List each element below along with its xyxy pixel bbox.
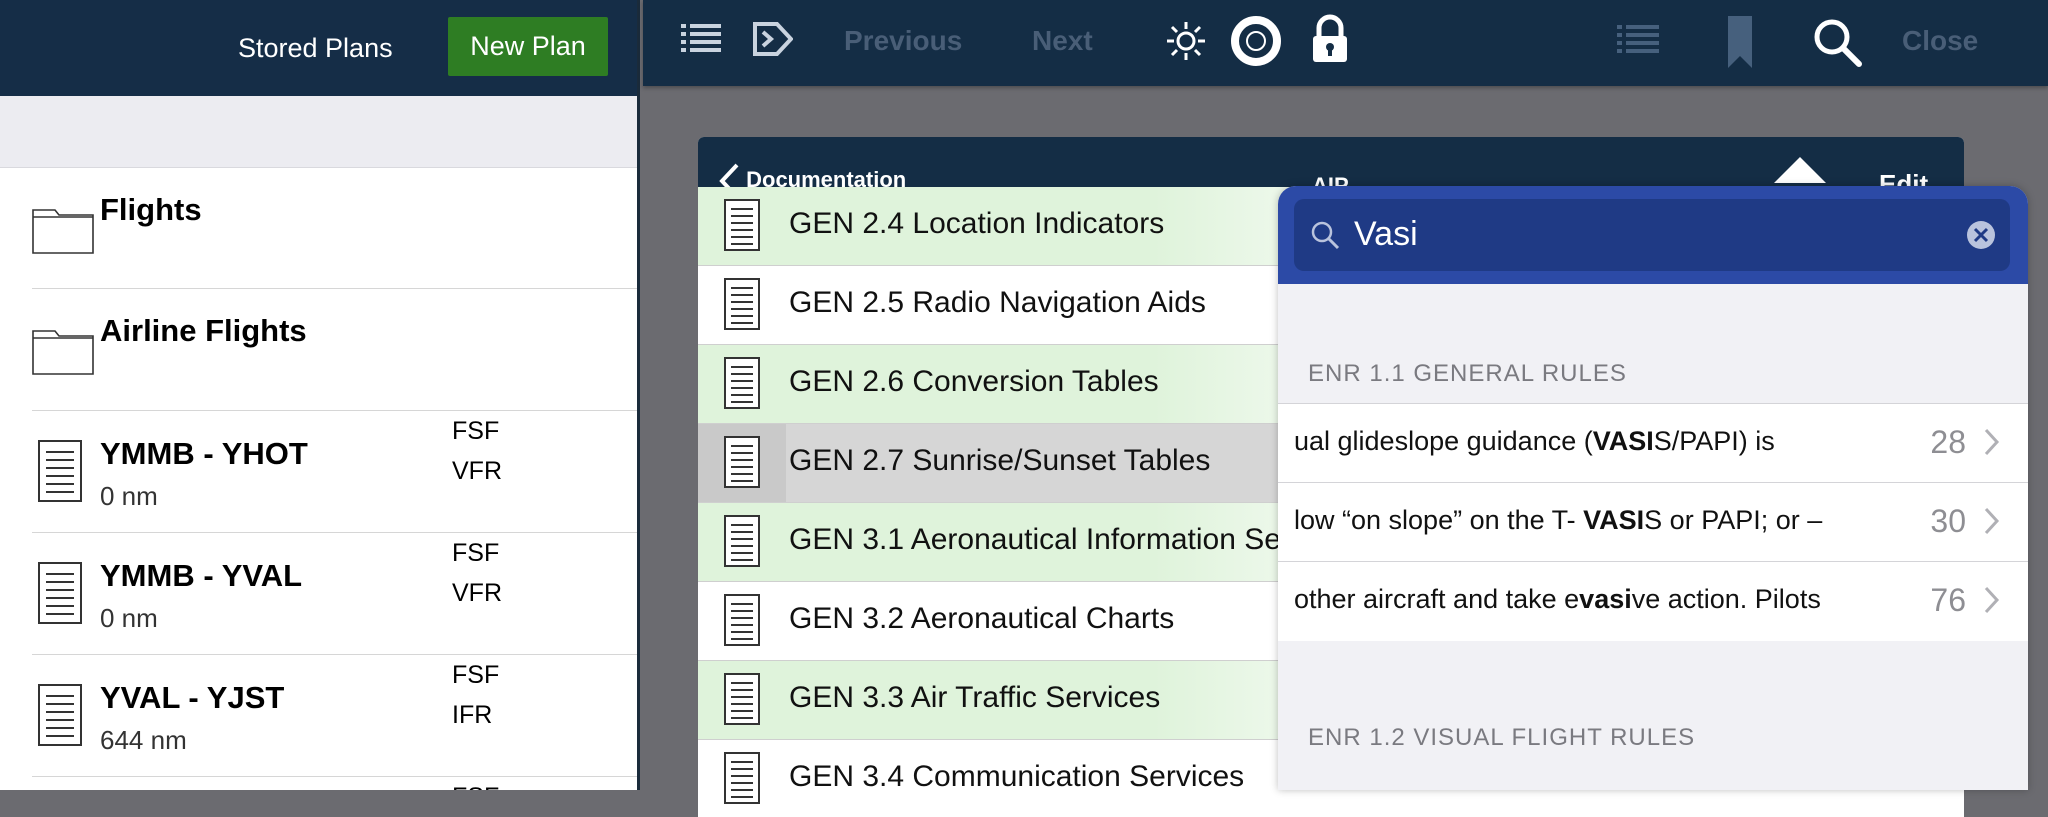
search-value: Vasi <box>1354 215 1418 253</box>
plan-meta-rules: VFR <box>452 457 502 485</box>
folder-row-airline-flights[interactable]: Airline Flights <box>32 289 637 411</box>
plan-title: YMMB - YHOT <box>100 436 308 471</box>
snippet-after: S or PAPI; or – <box>1644 505 1823 535</box>
document-icon <box>724 278 760 330</box>
snippet-match: vasi <box>1579 584 1632 614</box>
document-icon <box>38 562 82 624</box>
folder-icon <box>32 209 94 254</box>
plan-distance: 0 nm <box>100 603 158 633</box>
document-title: GEN 3.1 Aeronautical Information Service… <box>789 523 1360 556</box>
plan-meta-rules: VFR <box>452 579 502 607</box>
document-icon <box>724 594 760 646</box>
brightness-icon[interactable] <box>1165 20 1207 62</box>
document-title: GEN 3.2 Aeronautical Charts <box>789 602 1175 635</box>
plan-row[interactable]: YMMB - YVAL 0 nm FSF VFR <box>32 533 637 655</box>
snippet-before: other aircraft and take e <box>1294 584 1580 614</box>
chevron-right-icon <box>1984 428 2000 456</box>
folder-icon <box>32 330 94 375</box>
lock-icon[interactable] <box>1310 14 1350 64</box>
document-icon <box>38 684 82 746</box>
snippet-match: VASI <box>1592 426 1654 456</box>
folder-title: Flights <box>100 192 202 227</box>
folder-title: Airline Flights <box>100 313 307 348</box>
document-icon <box>724 436 760 488</box>
next-button[interactable]: Next <box>1032 25 1093 57</box>
document-icon <box>724 357 760 409</box>
plan-meta-rules: IFR <box>452 701 493 729</box>
search-input[interactable]: Vasi <box>1294 199 2010 271</box>
close-button[interactable]: Close <box>1902 25 1978 57</box>
document-icon <box>38 440 82 502</box>
snippet-before: low “on slope” on the T- <box>1294 505 1584 535</box>
chevron-right-icon <box>1984 586 2000 614</box>
list-icon[interactable] <box>681 22 721 56</box>
result-page-number: 76 <box>1930 582 1966 618</box>
section-header-enr-1-2: ENR 1.2 VISUAL FLIGHT RULES <box>1308 724 1696 751</box>
plan-row[interactable]: YVAL - YJST 644 nm FSF IFR <box>32 655 637 777</box>
plan-title: YMMB - YVAL <box>100 558 303 593</box>
result-snippet: low “on slope” on the T- VASIS or PAPI; … <box>1294 505 1822 536</box>
snippet-before: ual glideslope guidance ( <box>1294 426 1593 456</box>
document-title: GEN 3.3 Air Traffic Services <box>789 681 1161 714</box>
plan-meta-type: FSF <box>452 417 500 445</box>
search-bar: Vasi <box>1278 186 2028 284</box>
previous-button[interactable]: Previous <box>844 25 962 57</box>
snippet-after: ve action. Pilots <box>1631 584 1821 614</box>
document-icon <box>724 673 760 725</box>
search-icon[interactable] <box>1811 16 1863 68</box>
search-result-row[interactable]: ual glideslope guidance (VASIS/PAPI) is 2… <box>1278 403 2028 483</box>
document-title: GEN 2.4 Location Indicators <box>789 207 1165 240</box>
snippet-match: VASI <box>1583 505 1645 535</box>
document-icon <box>724 199 760 251</box>
left-nav-bar: Stored Plans New Plan <box>0 0 637 96</box>
plan-meta-type: FSF <box>452 777 499 790</box>
document-title: GEN 2.5 Radio Navigation Aids <box>789 286 1206 319</box>
result-page-number: 30 <box>1930 503 1966 539</box>
left-toolbar-area <box>0 96 637 168</box>
magnifier-icon <box>1311 221 1340 250</box>
documents-toolbar: Previous Next Close <box>643 0 2048 86</box>
document-title: GEN 2.7 Sunrise/Sunset Tables <box>789 444 1211 477</box>
plan-meta-type: FSF <box>452 539 500 567</box>
bookmark-icon[interactable] <box>1728 16 1752 68</box>
document-icon <box>724 752 760 804</box>
section-header-enr-1-1: ENR 1.1 GENERAL RULES <box>1308 360 1627 387</box>
stored-plans-pane: Stored Plans New Plan Flights Airline Fl… <box>0 0 640 790</box>
result-snippet: other aircraft and take evasive action. … <box>1294 584 1821 615</box>
route-sign-icon[interactable] <box>753 20 793 58</box>
clear-search-icon[interactable] <box>1966 220 1996 250</box>
stored-plans-title: Stored Plans <box>238 33 393 63</box>
plan-meta-type: FSF <box>452 661 500 689</box>
folder-row-flights[interactable]: Flights <box>32 168 637 289</box>
plan-distance: 644 nm <box>100 725 187 755</box>
snippet-after: S/PAPI) is <box>1653 426 1775 456</box>
search-result-row[interactable]: other aircraft and take evasive action. … <box>1278 561 2028 641</box>
search-result-row[interactable]: low “on slope” on the T- VASIS or PAPI; … <box>1278 482 2028 562</box>
help-lifebuoy-icon[interactable] <box>1231 16 1281 66</box>
new-plan-button[interactable]: New Plan <box>448 17 608 76</box>
plan-distance: 0 nm <box>100 481 158 511</box>
search-popover: Vasi ENR 1.1 GENERAL RULES ual glideslop… <box>1278 186 2028 790</box>
document-title: GEN 2.6 Conversion Tables <box>789 365 1159 398</box>
plan-row[interactable]: YMMB - YHOT 0 nm FSF VFR <box>32 411 637 533</box>
result-snippet: ual glideslope guidance (VASIS/PAPI) is <box>1294 426 1775 457</box>
plan-row-partial[interactable]: FSF <box>32 777 637 790</box>
contents-list-icon[interactable] <box>1617 24 1659 56</box>
result-page-number: 28 <box>1930 424 1966 460</box>
chevron-right-icon <box>1984 507 2000 535</box>
plan-title: YVAL - YJST <box>100 680 285 715</box>
document-title: GEN 3.4 Communication Services <box>789 760 1245 793</box>
popover-arrow-icon <box>1774 157 1826 183</box>
document-icon <box>724 515 760 567</box>
